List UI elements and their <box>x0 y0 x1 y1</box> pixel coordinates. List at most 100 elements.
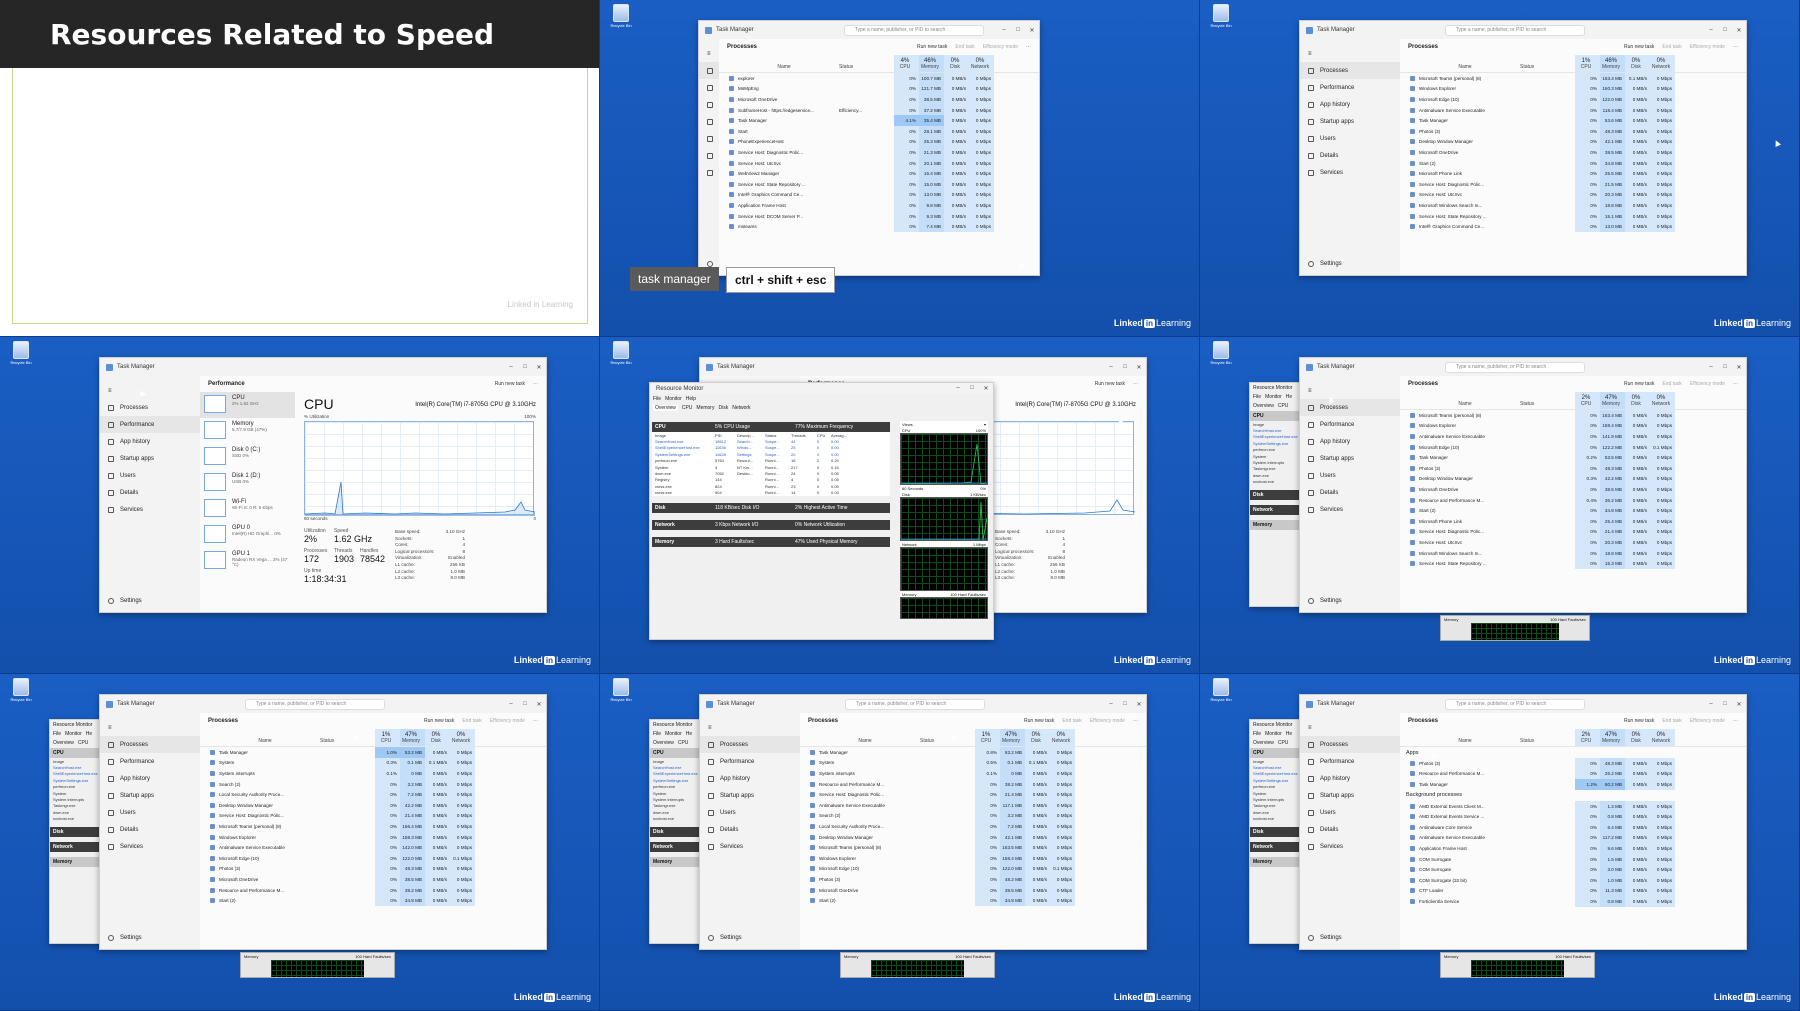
nav-item-services[interactable] <box>699 164 719 181</box>
search-input[interactable]: Type a name, publisher, or PID to search <box>844 698 985 710</box>
process-row[interactable]: Microsoft OneDrive 0% 38.5 MB 0 MB/s 0 Mbps <box>200 874 546 885</box>
nav-item-services[interactable]: Services <box>1300 838 1400 855</box>
window-title-bar[interactable]: Task Manager Type a name, publisher, or P… <box>1300 21 1746 39</box>
process-row[interactable]: Antimalware Service Executable 0% 117.1 MB… <box>800 799 1146 811</box>
column-header-status[interactable]: Status <box>320 729 375 746</box>
process-row[interactable]: MsMpEng 0% 121.7 MB 0 MB/s 0 Mbps <box>719 83 1039 95</box>
column-header-cpu[interactable]: 4% CPU <box>894 55 919 72</box>
process-row[interactable]: Service Host: DCOM Server P... 0% 9.3 MB 0 … <box>719 210 1039 222</box>
efficiency-mode-button[interactable]: Efficiency mode <box>983 44 1018 50</box>
nav-item-app-history[interactable] <box>699 96 719 113</box>
menu-help[interactable]: Help <box>686 396 696 402</box>
search-input[interactable]: Type a name, publisher, or PID to search <box>843 24 984 36</box>
nav-item-startup-apps[interactable]: Startup apps <box>700 787 800 804</box>
efficiency-mode-button[interactable]: Efficiency mode <box>490 718 525 724</box>
process-row[interactable]: Resource and Performance M... 0% 26.2 MB 0 … <box>1400 768 1746 780</box>
process-row[interactable]: Search (2) 0% 3.2 MB 0 MB/s 0 Mbps <box>800 810 1146 822</box>
process-row[interactable]: Start (2) 0% 34.8 MB 0 MB/s 0 Mbps <box>200 895 546 906</box>
run-new-task-button[interactable]: Run new task <box>1095 381 1125 387</box>
process-row[interactable]: Microsoft OneDrive 0% 38.5 MB 0 MB/s 0 Mbps <box>1400 147 1746 158</box>
nav-item-startup-apps[interactable]: Startup apps <box>1300 787 1400 804</box>
process-row[interactable]: Desktop Window Manager 0% 42.2 MB 0 MB/s 0 M… <box>200 799 546 811</box>
tab[interactable]: Overview <box>1253 740 1274 746</box>
column-header-disk[interactable]: 0% Disk <box>1625 729 1650 746</box>
disk-section[interactable]: Disk 118 KB/sec Disk I/O 2% Highest Active… <box>652 502 890 513</box>
end-task-button[interactable]: End task <box>1662 718 1681 724</box>
nav-item-services[interactable]: Services <box>100 838 200 855</box>
end-task-button[interactable]: End task <box>1662 44 1681 50</box>
process-row[interactable]: AMD External Events Service ... 0% 0.8 MB 0… <box>1400 811 1746 822</box>
menu-file[interactable]: File <box>653 396 661 402</box>
hamburger-icon[interactable]: ≡ <box>700 719 800 736</box>
nav-item-performance[interactable]: Performance <box>100 753 200 770</box>
more-options-icon[interactable]: ⋯ <box>1733 44 1738 50</box>
process-row[interactable]: COM Surrogate 0% 1.5 MB 0 MB/s 0 Mbps <box>1400 853 1746 865</box>
nav-item-settings[interactable]: Settings <box>708 935 742 941</box>
process-row[interactable]: Resource and Performance M... 0% 38.2 MB 0 … <box>800 778 1146 790</box>
window-title-bar[interactable]: Task Manager Type a name, publisher, or P… <box>700 695 1146 713</box>
efficiency-mode-button[interactable]: Efficiency mode <box>1690 44 1725 50</box>
column-header-name[interactable]: Name <box>719 55 839 72</box>
column-header-name[interactable]: Name <box>800 729 920 746</box>
process-row[interactable]: Windows Explorer 0% 158.4 MB 0 MB/s 0 Mbps <box>800 852 1146 864</box>
efficiency-mode-button[interactable]: Efficiency mode <box>1690 381 1725 387</box>
process-row[interactable]: Windows Explorer 0% 158.3 MB 0 MB/s 0 Mbps <box>200 831 546 843</box>
process-row[interactable]: Antimalware Service Executable 0% 118.4 MB… <box>1400 104 1746 116</box>
menu-item[interactable]: He <box>86 731 92 737</box>
process-row[interactable]: COM Surrogate (32 bit) 0% 1.0 MB 0 MB/s 0 Mb… <box>1400 874 1746 886</box>
nav-item-performance[interactable]: Performance <box>100 416 200 433</box>
process-row[interactable]: Local Security Authority Proce... 0% 7.2 M… <box>800 821 1146 832</box>
column-header-net[interactable]: 0% Network <box>450 729 475 746</box>
column-header-disk[interactable]: 0% Disk <box>425 729 450 746</box>
tab-overview[interactable]: Overview <box>653 404 678 411</box>
process-row[interactable]: Microsoft Teams (personal) (8) 0% 166.4 MB… <box>200 821 546 832</box>
nav-item-processes[interactable] <box>699 62 719 79</box>
column-header-net[interactable]: 0% Network <box>1650 55 1675 72</box>
device-item-gpu-0[interactable]: GPU 0 Intel(R) HD Graphi... 0% <box>200 522 295 548</box>
column-header-status[interactable]: Status <box>1520 55 1575 72</box>
process-row[interactable]: Microsoft Edge (10) 0% 122.0 MB 0 MB/s 0 Mbp… <box>1400 94 1746 105</box>
process-row[interactable]: Start (2) 0% 34.8 MB 0 MB/s 0 Mbps <box>1400 505 1746 516</box>
window-title-bar[interactable]: Task Manager Type a name, publisher, or P… <box>699 21 1039 39</box>
menu-item[interactable]: File <box>1253 394 1261 400</box>
window-title-bar[interactable]: Resource Monitor – □ ✕ <box>650 383 993 394</box>
close-button[interactable]: ✕ <box>1025 27 1039 34</box>
process-row[interactable]: Intel® Graphics Command Ce... 0% 13.0 MB 0 … <box>1400 221 1746 232</box>
run-new-task-button[interactable]: Run new task <box>917 44 947 50</box>
maximize-button[interactable]: □ <box>1718 364 1732 371</box>
nav-item-settings[interactable]: Settings <box>1308 935 1342 941</box>
nav-item-services[interactable]: Services <box>700 838 800 855</box>
end-task-button[interactable]: End task <box>1062 718 1081 724</box>
maximize-button[interactable]: □ <box>1118 364 1132 371</box>
process-row[interactable]: Task Manager 0% 53.6 MB 0 MB/s 0 Mbps <box>1400 115 1746 126</box>
nav-item-details[interactable]: Details <box>1300 147 1400 164</box>
column-header-disk[interactable]: 0% Disk <box>1025 729 1050 746</box>
tab[interactable]: CPU <box>1278 403 1289 409</box>
maximize-button[interactable]: □ <box>1118 701 1132 708</box>
column-header-name[interactable]: Name <box>1400 55 1520 72</box>
recycle-bin[interactable]: Recycle Bin <box>610 341 632 365</box>
maximize-button[interactable]: □ <box>518 364 532 371</box>
column-header-disk[interactable]: 0% Disk <box>1625 55 1650 72</box>
process-row[interactable]: Service Host: UtcSvc 0% 20.3 MB 0 MB/s 0 Mbp… <box>1400 537 1746 548</box>
close-button[interactable]: ✕ <box>979 385 993 392</box>
recycle-bin[interactable]: Recycle Bin <box>1210 678 1232 702</box>
menu-item[interactable]: Monitor <box>1265 731 1282 737</box>
menu-item[interactable]: He <box>1286 394 1292 400</box>
search-input[interactable]: Type a name, publisher, or PID to search <box>1444 361 1585 373</box>
process-row[interactable]: Desktop Window Manager 0% 42.1 MB 0 MB/s 0 M… <box>800 831 1146 843</box>
column-header-net[interactable]: 0% Network <box>1650 392 1675 409</box>
nav-item-app-history[interactable]: App history <box>700 770 800 787</box>
nav-item-processes[interactable]: Processes <box>1300 62 1400 79</box>
minimize-button[interactable]: – <box>1704 701 1718 708</box>
column-header-mem[interactable]: 47% Memory <box>1000 729 1025 746</box>
cpu-section[interactable]: CPU 5% CPU Usage 77% Maximum Frequency <box>652 422 890 432</box>
nav-item-details[interactable]: Details <box>1300 821 1400 838</box>
device-item-cpu[interactable]: CPU 2% 1.62 GHz <box>200 392 295 418</box>
hamburger-icon[interactable]: ≡ <box>100 382 200 399</box>
recycle-bin[interactable]: Recycle Bin <box>610 4 632 28</box>
column-header-name[interactable]: Name <box>1400 392 1520 409</box>
nav-item-processes[interactable]: Processes <box>100 399 200 416</box>
maximize-button[interactable]: □ <box>1718 27 1732 34</box>
device-item-gpu-1[interactable]: GPU 1 Radeon RX Vega ... 2% (47 °C) <box>200 548 295 574</box>
